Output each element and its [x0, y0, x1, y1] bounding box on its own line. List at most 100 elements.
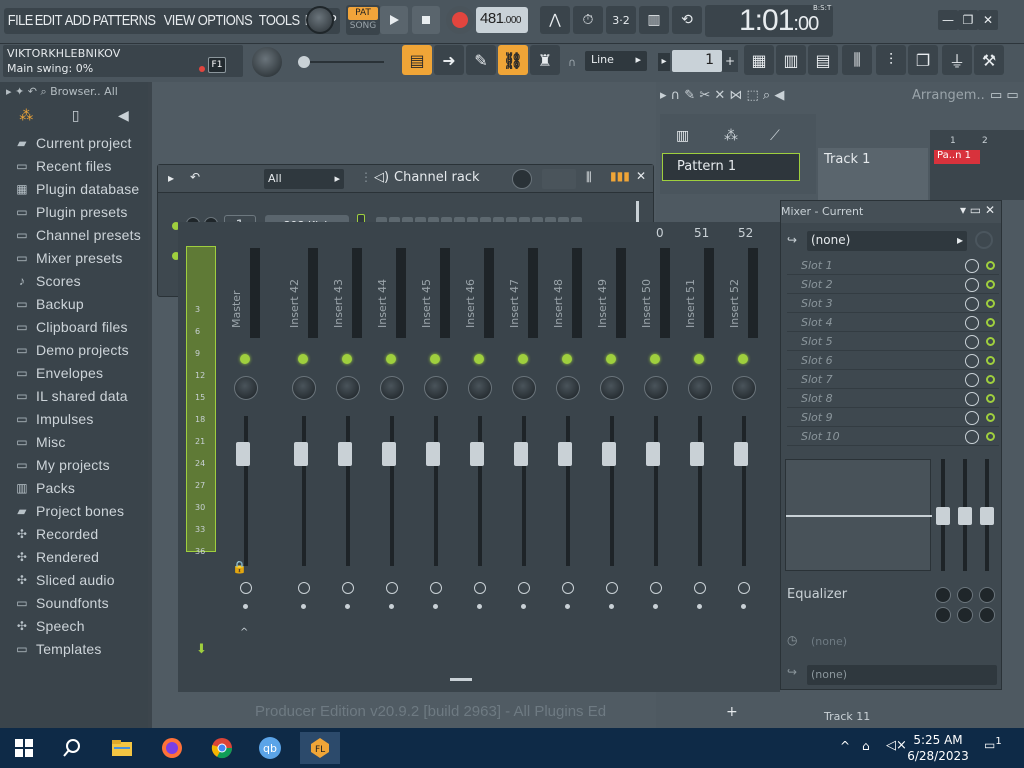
- strip-clock-icon[interactable]: [738, 582, 750, 594]
- browser-item[interactable]: ▭ Templates: [14, 638, 102, 660]
- strip-pan-knob[interactable]: [424, 376, 448, 400]
- playlist-button[interactable]: ▤: [402, 45, 432, 75]
- audio-output-select[interactable]: (none): [807, 665, 997, 685]
- strip-clock-icon[interactable]: [342, 582, 354, 594]
- mixer-window-buttons[interactable]: ▾ ▭ ✕: [960, 203, 995, 217]
- pattern-item[interactable]: Pattern 1: [662, 153, 800, 181]
- strip-pan-knob[interactable]: [600, 376, 624, 400]
- browser-item[interactable]: ▭ Envelopes: [14, 362, 103, 384]
- browser-item[interactable]: ✣ Recorded: [14, 523, 98, 545]
- snap-arrow-icon[interactable]: ➜: [434, 45, 464, 75]
- playlist-tool-icons[interactable]: ▸ ∩ ✎ ✂ ✕ ⋈ ⬚ ⌕ ◀: [660, 88, 784, 103]
- slot-enable-led[interactable]: [986, 375, 995, 384]
- strip-volume-fader[interactable]: [558, 442, 572, 466]
- strip-enable-led[interactable]: [342, 354, 352, 364]
- strip-volume-fader[interactable]: [382, 442, 396, 466]
- browser-item[interactable]: ▭ Recent files: [14, 155, 112, 177]
- browser-item[interactable]: ▭ My projects: [14, 454, 110, 476]
- strip-clock-icon[interactable]: [298, 582, 310, 594]
- insert-mixer-strip[interactable]: Insert 51: [680, 246, 720, 686]
- equalizer-graph[interactable]: [785, 459, 932, 571]
- strip-enable-led[interactable]: [240, 354, 250, 364]
- slot-mix-knob[interactable]: [965, 354, 979, 368]
- browser-item[interactable]: ▭ Backup: [14, 293, 84, 315]
- strip-volume-fader[interactable]: [514, 442, 528, 466]
- browser-item[interactable]: ▭ Channel presets: [14, 224, 141, 246]
- strip-pan-knob[interactable]: [556, 376, 580, 400]
- piano-icon[interactable]: ▥: [676, 128, 689, 144]
- insert-mixer-strip[interactable]: Insert 49: [592, 246, 632, 686]
- strip-route-dot[interactable]: [477, 604, 482, 609]
- strip-pan-knob[interactable]: [292, 376, 316, 400]
- slot-mix-knob[interactable]: [965, 316, 979, 330]
- strip-route-dot[interactable]: [521, 604, 526, 609]
- strip-pan-knob[interactable]: [644, 376, 668, 400]
- insert-mixer-strip[interactable]: Insert 42: [284, 246, 324, 686]
- slot-mix-knob[interactable]: [965, 278, 979, 292]
- countdown-icon[interactable]: 3·2: [606, 6, 636, 34]
- chevron-up-icon[interactable]: ^: [240, 627, 248, 638]
- slot-enable-led[interactable]: [986, 299, 995, 308]
- browser-item[interactable]: ▭ IL shared data: [14, 385, 128, 407]
- maximize-icon[interactable]: ❐: [958, 10, 978, 30]
- strip-pan-knob[interactable]: [234, 376, 258, 400]
- strip-pan-knob[interactable]: [336, 376, 360, 400]
- strip-enable-led[interactable]: [430, 354, 440, 364]
- close-icon[interactable]: ✕: [978, 10, 998, 30]
- swing-knob[interactable]: [512, 169, 532, 189]
- channel-filter-select[interactable]: All ▸: [264, 169, 344, 189]
- menu-add[interactable]: ADD: [63, 8, 92, 34]
- strip-enable-led[interactable]: [738, 354, 748, 364]
- search-icon[interactable]: [54, 732, 90, 764]
- slot-enable-led[interactable]: [986, 432, 995, 441]
- strip-route-dot[interactable]: [609, 604, 614, 609]
- plugin-picker-icon[interactable]: ⫶: [876, 45, 906, 75]
- menu-file[interactable]: FILE: [6, 8, 35, 34]
- wait-record-icon[interactable]: ⏱: [573, 6, 603, 34]
- down-arrow-icon[interactable]: ⬇: [196, 642, 207, 657]
- effect-slot[interactable]: Slot 8: [787, 390, 999, 408]
- browser-item[interactable]: ▭ Impulses: [14, 408, 94, 430]
- mixer-track-overview[interactable]: 3 6 9 12 15 18 21 24 27 30 33 36: [186, 246, 216, 556]
- volume-icon[interactable]: ◁×: [886, 738, 907, 753]
- strip-clock-icon[interactable]: [240, 582, 252, 594]
- fl-studio-taskbar-icon[interactable]: FL: [300, 732, 340, 764]
- record-button[interactable]: [446, 6, 474, 34]
- slot-mix-knob[interactable]: [965, 259, 979, 273]
- eq-freq-knob[interactable]: [979, 587, 995, 603]
- minimize-icon[interactable]: —: [938, 10, 958, 30]
- eq-low-fader[interactable]: [936, 507, 950, 525]
- strip-pan-knob[interactable]: [688, 376, 712, 400]
- channel-rack-icon[interactable]: ▤: [808, 45, 838, 75]
- rack-undo-icon[interactable]: ↶: [190, 170, 200, 184]
- system-clock[interactable]: 5:25 AM 6/28/2023: [906, 732, 970, 764]
- pattern-clip[interactable]: Pa..n 1: [934, 150, 980, 164]
- strip-clock-icon[interactable]: [386, 582, 398, 594]
- strip-enable-led[interactable]: [386, 354, 396, 364]
- step-edit-icon[interactable]: ▥: [639, 6, 669, 34]
- eq-bw-knob[interactable]: [979, 607, 995, 623]
- strip-route-dot[interactable]: [653, 604, 658, 609]
- browser-item[interactable]: ♪ Scores: [14, 270, 81, 292]
- strip-volume-fader[interactable]: [690, 442, 704, 466]
- strip-pan-knob[interactable]: [468, 376, 492, 400]
- firefox-icon[interactable]: [154, 732, 190, 764]
- strip-enable-led[interactable]: [562, 354, 572, 364]
- slot-enable-led[interactable]: [986, 394, 995, 403]
- tray-chevron-icon[interactable]: ^: [840, 739, 850, 753]
- browser-item[interactable]: ▭ Plugin presets: [14, 201, 128, 223]
- strip-clock-icon[interactable]: [650, 582, 662, 594]
- playlist-grid[interactable]: 1 2: [930, 130, 1024, 200]
- slot-mix-knob[interactable]: [965, 392, 979, 406]
- browser-nav-icons[interactable]: ▸ ✦ ↶ ⌕: [6, 85, 50, 98]
- strip-pan-knob[interactable]: [732, 376, 756, 400]
- snap-selector[interactable]: Line ▸: [585, 51, 647, 71]
- insert-mixer-strip[interactable]: Insert 45: [416, 246, 456, 686]
- slot-enable-led[interactable]: [986, 356, 995, 365]
- effect-slot[interactable]: Slot 2: [787, 276, 999, 294]
- effect-slot[interactable]: Slot 7: [787, 371, 999, 389]
- menu-patterns[interactable]: PATTERNS: [91, 8, 157, 34]
- pen-icon[interactable]: ✎: [466, 45, 496, 75]
- strip-route-dot[interactable]: [345, 604, 350, 609]
- strip-route-dot[interactable]: [389, 604, 394, 609]
